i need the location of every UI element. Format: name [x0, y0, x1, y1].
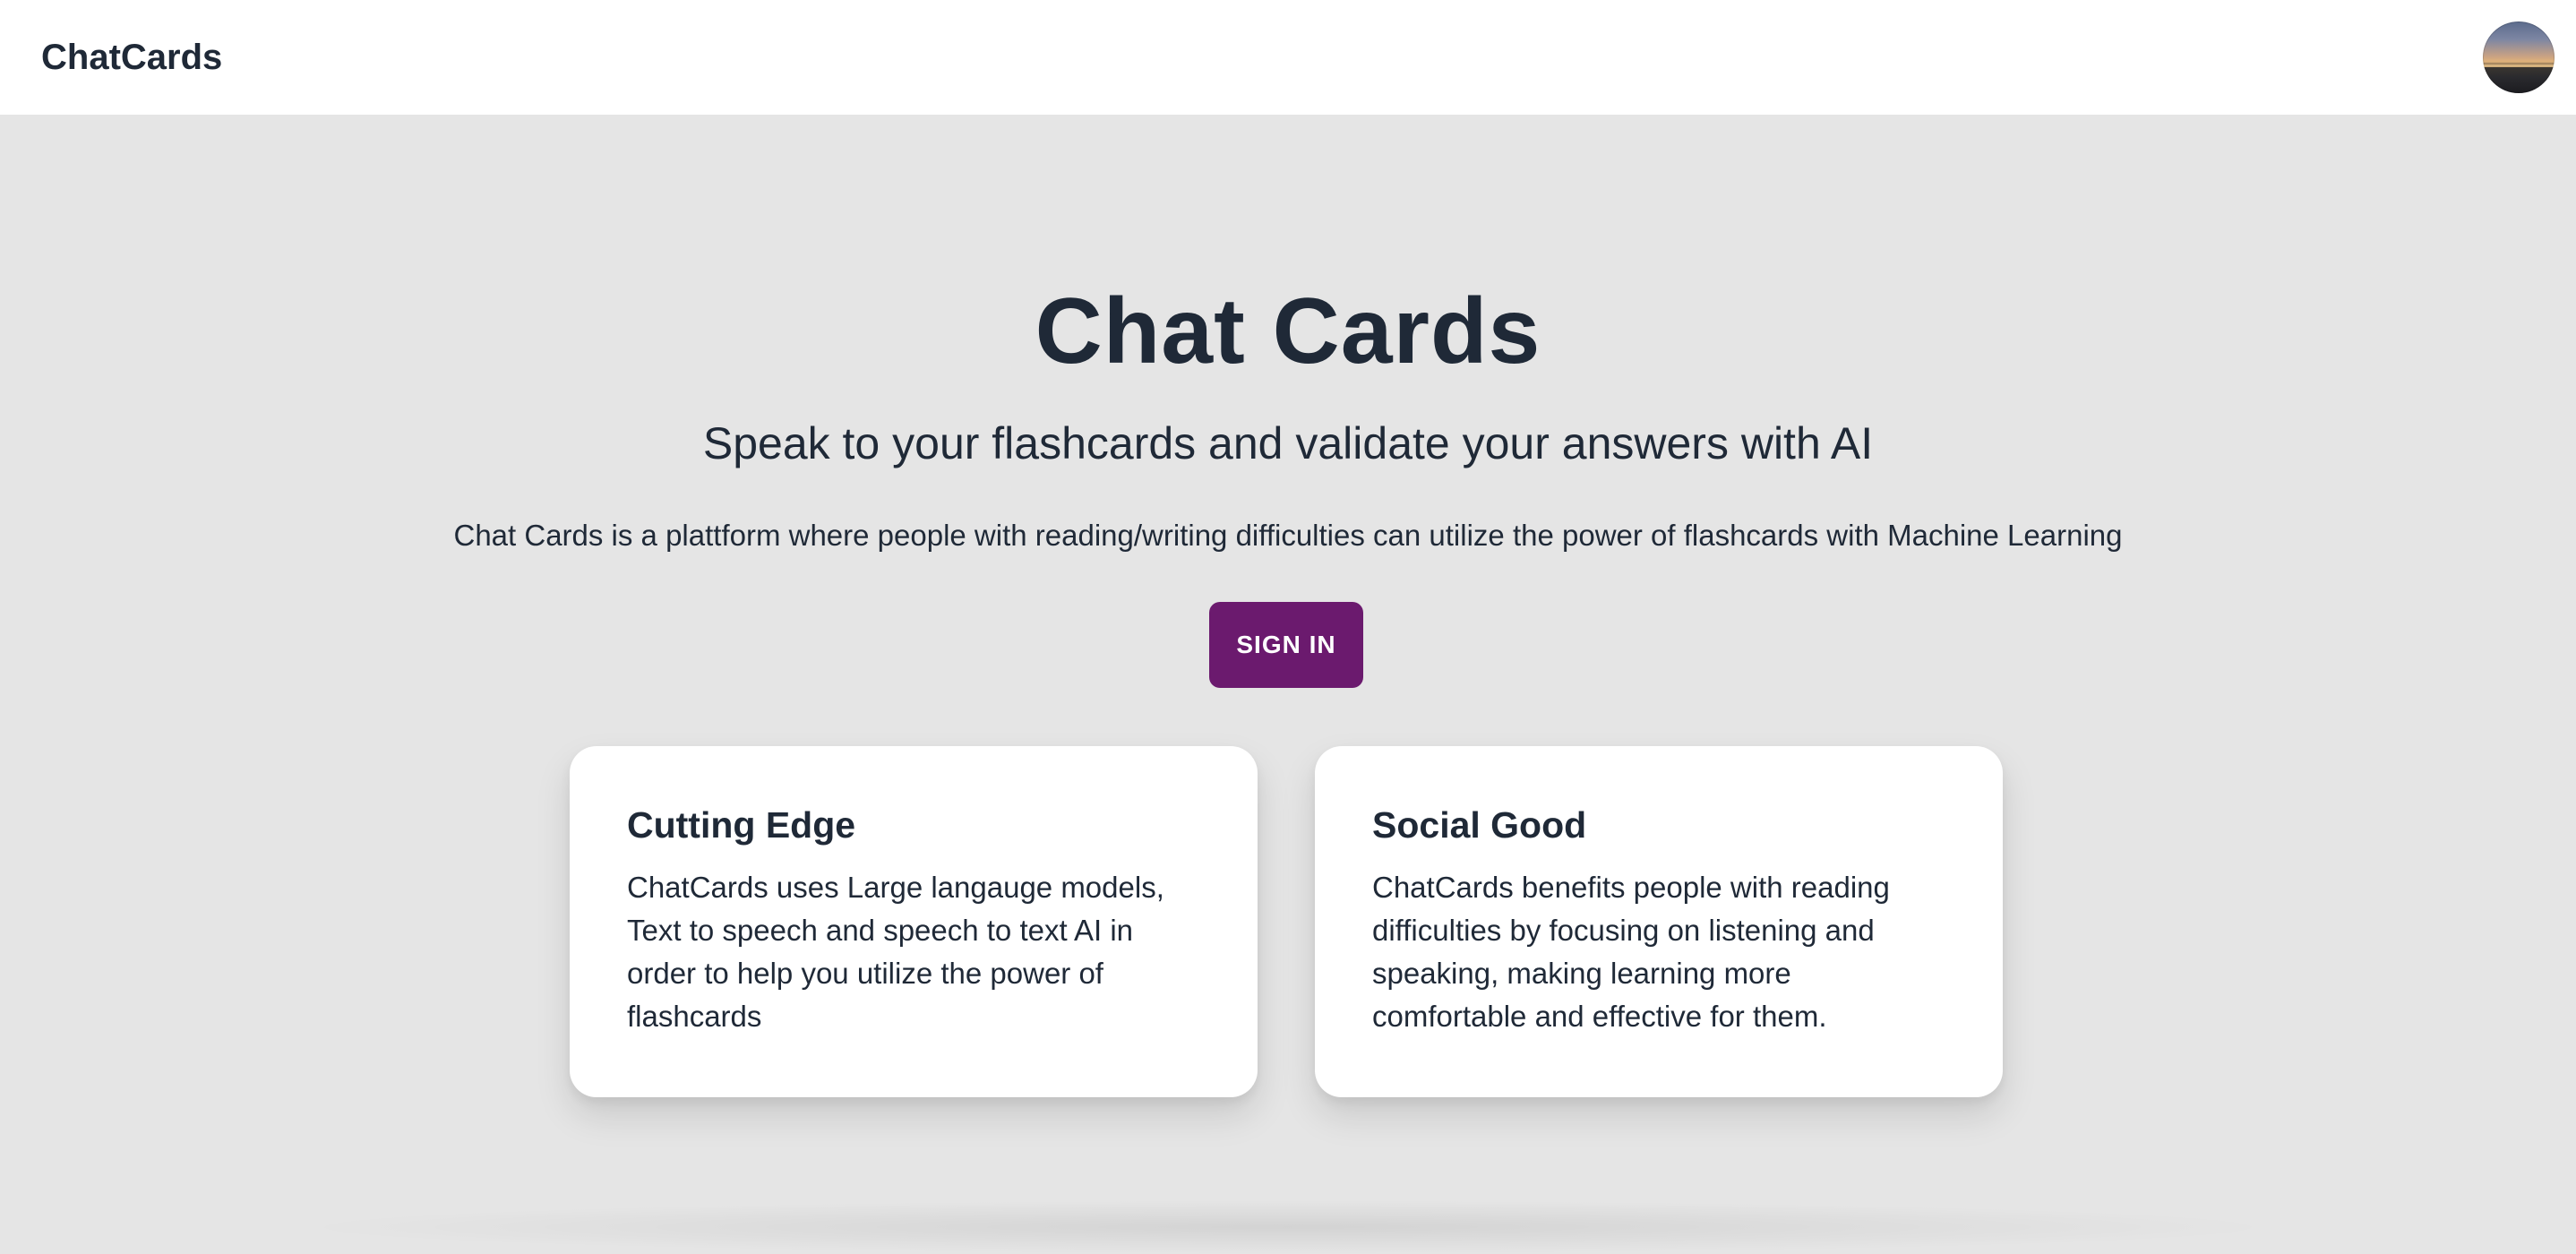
feature-card-cutting-edge: Cutting Edge ChatCards uses Large langau… [570, 746, 1258, 1097]
hero-title: Chat Cards [1035, 279, 1541, 383]
card-body: ChatCards benefits people with reading d… [1372, 871, 1890, 1033]
hero-subtitle: Speak to your flashcards and validate yo… [702, 418, 1874, 468]
bottom-shadow-divider [287, 1200, 2289, 1254]
card-title: Social Good [1372, 804, 1587, 846]
user-avatar-icon[interactable] [2483, 21, 2555, 93]
card-body: ChatCards uses Large langauge models, Te… [627, 871, 1164, 1033]
feature-card-social-good: Social Good ChatCards benefits people wi… [1315, 746, 2003, 1097]
sign-in-button[interactable]: SIGN IN [1209, 602, 1363, 688]
hero-description: Chat Cards is a plattform where people w… [453, 519, 2123, 552]
avatar-horizon [2483, 64, 2555, 67]
navbar: ChatCards [0, 0, 2576, 115]
brand-logo-link[interactable]: ChatCards [41, 38, 222, 78]
main-content: Chat Cards Speak to your flashcards and … [0, 115, 2576, 1225]
card-title: Cutting Edge [627, 804, 856, 846]
